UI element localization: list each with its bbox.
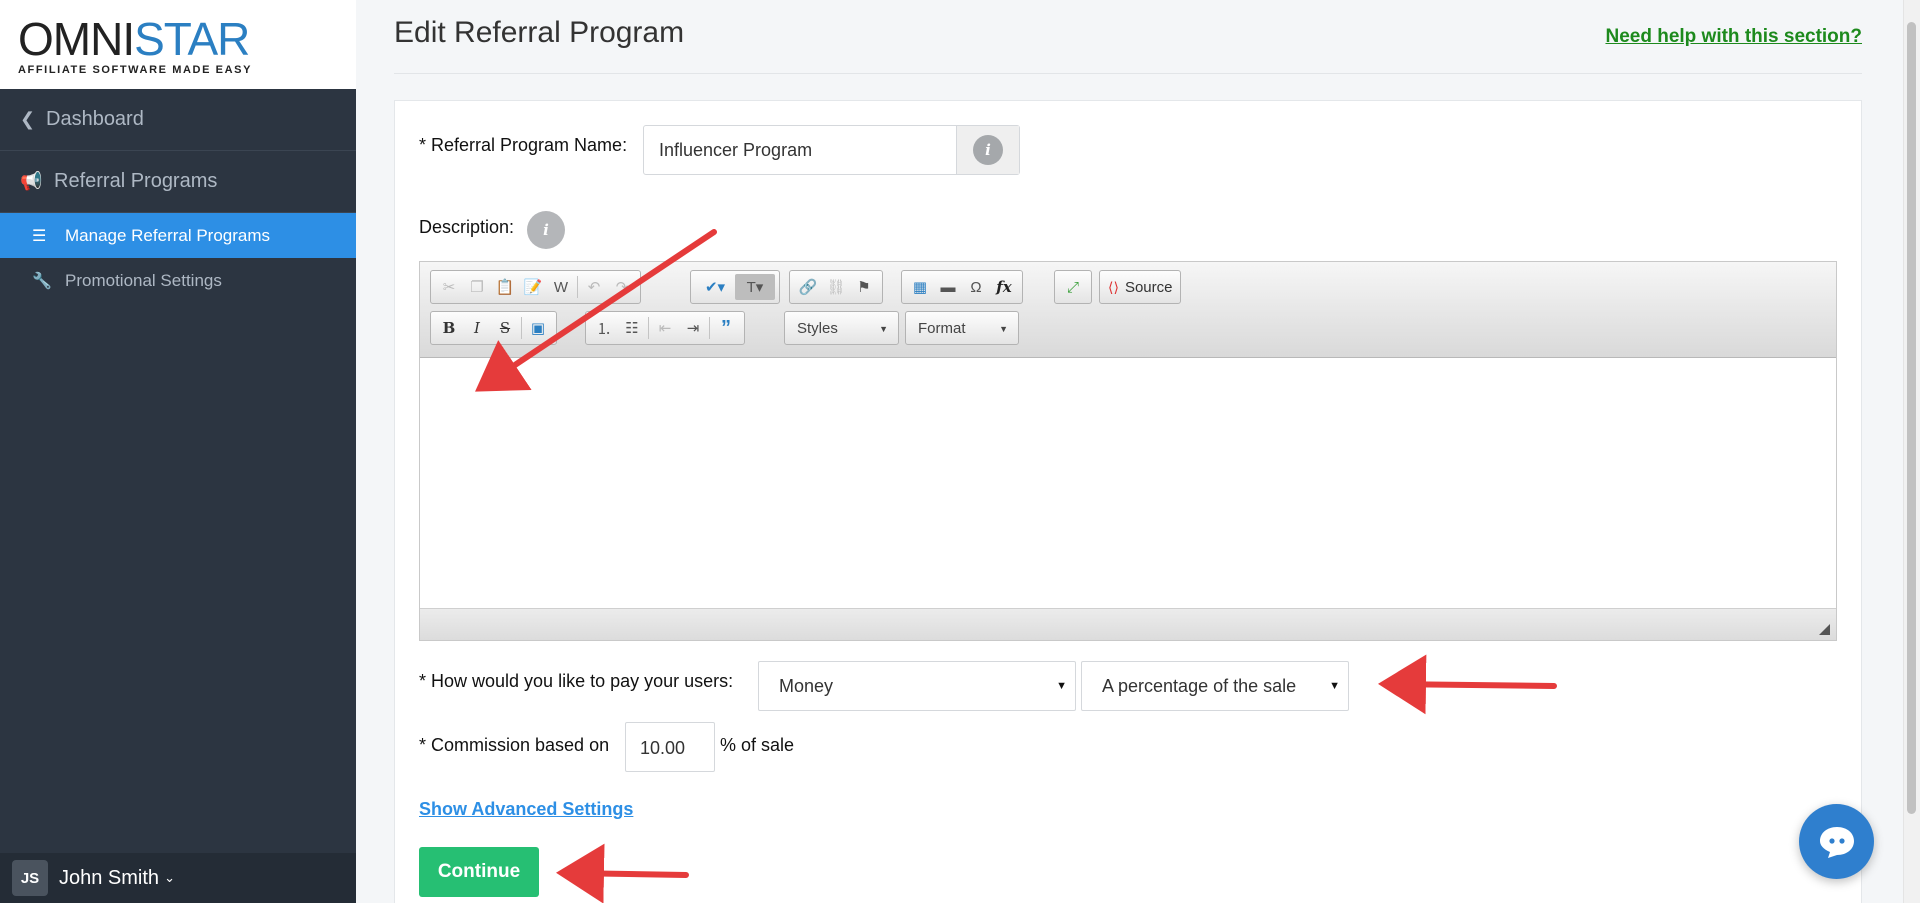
wrench-icon: 🔧 <box>32 272 52 290</box>
chevron-left-icon: ❮ <box>20 109 36 129</box>
sidebar-item-manage-referral-programs[interactable]: ☰ Manage Referral Programs <box>0 213 356 258</box>
nav-dashboard[interactable]: ❮ Dashboard <box>0 89 356 151</box>
maximize-icon[interactable]: ⤢ <box>1059 274 1087 300</box>
clipboard-group: ✂ ❐ 📋 📝 W ↶ ↷ <box>430 270 641 304</box>
pay-method-select[interactable]: A percentage of the sale ▼ <box>1081 661 1349 711</box>
program-name-field[interactable]: Influencer Program i <box>643 125 1020 175</box>
undo-icon[interactable]: ↶ <box>580 274 608 300</box>
chat-widget-button[interactable] <box>1799 804 1874 879</box>
name-label: * Referral Program Name: <box>419 135 628 155</box>
user-name: John Smith <box>59 866 160 889</box>
help-link[interactable]: Need help with this section? <box>1605 26 1862 48</box>
paste-icon[interactable]: 📋 <box>491 274 519 300</box>
table-icon[interactable]: ▦ <box>906 274 934 300</box>
chevron-down-icon: ⌄ <box>164 870 175 885</box>
list-group: ⒈ ☷ ⇤ ⇥ ” <box>585 311 745 345</box>
editor-footer <box>420 608 1836 640</box>
numbered-list-icon[interactable]: ⒈ <box>590 315 618 341</box>
strikethrough-icon[interactable]: S <box>491 315 519 341</box>
sidebar-item-promotional-settings[interactable]: 🔧 Promotional Settings <box>0 258 356 303</box>
logo[interactable]: OMNISTAR AFFILIATE SOFTWARE MADE EASY <box>0 0 356 89</box>
show-advanced-settings-link[interactable]: Show Advanced Settings <box>419 799 633 820</box>
caret-down-icon: ▼ <box>1056 680 1067 692</box>
indent-icon[interactable]: ⇥ <box>679 315 707 341</box>
divider <box>394 73 1862 74</box>
outdent-icon[interactable]: ⇤ <box>651 315 679 341</box>
remove-format-icon[interactable]: T▾ <box>735 274 775 300</box>
avatar: JS <box>12 860 48 896</box>
basic-style-group: B I S ▣ <box>430 311 557 345</box>
special-char-icon[interactable]: Ω <box>962 274 990 300</box>
commission-suffix: % of sale <box>720 735 795 755</box>
program-name-input[interactable]: Influencer Program <box>644 126 956 174</box>
link-group: 🔗 ⛓ ⚑ <box>789 270 883 304</box>
source-button[interactable]: ⟨⟩ Source <box>1099 270 1182 304</box>
formula-icon[interactable]: fx <box>990 274 1018 300</box>
image-icon[interactable]: ▣ <box>524 315 552 341</box>
scrollbar-thumb[interactable] <box>1907 22 1916 814</box>
cut-icon[interactable]: ✂ <box>435 274 463 300</box>
insert-group: ▦ ▬ Ω fx <box>901 270 1023 304</box>
caret-down-icon: ▼ <box>1329 680 1340 692</box>
user-menu[interactable]: JS John Smith ⌄ <box>0 853 356 903</box>
pay-label: * How would you like to pay your users: <box>419 671 734 691</box>
spell-group: ✔▾ T▾ <box>690 270 780 304</box>
format-dropdown[interactable]: Format ▼ <box>905 311 1019 345</box>
commission-input[interactable]: 10.00 <box>625 722 715 772</box>
megaphone-icon: 📢 <box>20 171 43 191</box>
page-title: Edit Referral Program <box>394 16 685 49</box>
unlink-icon[interactable]: ⛓ <box>822 274 850 300</box>
editor-toolbar: ✂ ❐ 📋 📝 W ↶ ↷ ✔▾ T▾ 🔗 ⛓ ⚑ ▦ ▬ Ω fx ⤢ ⟨⟩ … <box>420 262 1836 358</box>
info-icon: i <box>527 211 565 249</box>
sidebar: OMNISTAR AFFILIATE SOFTWARE MADE EASY ❮ … <box>0 0 356 903</box>
blockquote-icon[interactable]: ” <box>712 315 740 341</box>
chat-bubble-icon <box>1819 826 1854 858</box>
bullet-list-icon[interactable]: ☷ <box>618 315 646 341</box>
description-editor: ✂ ❐ 📋 📝 W ↶ ↷ ✔▾ T▾ 🔗 ⛓ ⚑ ▦ ▬ Ω fx ⤢ ⟨⟩ … <box>419 261 1837 641</box>
spellcheck-icon[interactable]: ✔▾ <box>695 274 735 300</box>
paste-word-icon[interactable]: W <box>547 274 575 300</box>
caret-down-icon: ▼ <box>999 324 1008 334</box>
name-info-addon[interactable]: i <box>956 126 1019 174</box>
list-icon: ☰ <box>32 227 47 245</box>
styles-dropdown[interactable]: Styles ▼ <box>784 311 899 345</box>
pay-type-select[interactable]: Money ▼ <box>758 661 1076 711</box>
description-info-button[interactable]: i <box>527 211 565 249</box>
info-icon: i <box>973 135 1003 165</box>
source-icon: ⟨⟩ <box>1108 278 1119 295</box>
editor-content-area[interactable] <box>420 358 1836 608</box>
maximize-group: ⤢ <box>1054 270 1092 304</box>
italic-icon[interactable]: I <box>463 315 491 341</box>
caret-down-icon: ▼ <box>879 324 888 334</box>
copy-icon[interactable]: ❐ <box>463 274 491 300</box>
link-icon[interactable]: 🔗 <box>794 274 822 300</box>
nav-referral-programs[interactable]: 📢 Referral Programs <box>0 151 356 213</box>
description-label: Description: <box>419 217 515 237</box>
page-scrollbar[interactable] <box>1903 0 1920 903</box>
redo-icon[interactable]: ↷ <box>608 274 636 300</box>
commission-label: * Commission based on <box>419 735 610 755</box>
paste-text-icon[interactable]: 📝 <box>519 274 547 300</box>
resize-handle[interactable] <box>1819 624 1830 635</box>
horizontal-rule-icon[interactable]: ▬ <box>934 274 962 300</box>
anchor-icon[interactable]: ⚑ <box>850 274 878 300</box>
bold-icon[interactable]: B <box>435 315 463 341</box>
continue-button[interactable]: Continue <box>419 847 539 897</box>
